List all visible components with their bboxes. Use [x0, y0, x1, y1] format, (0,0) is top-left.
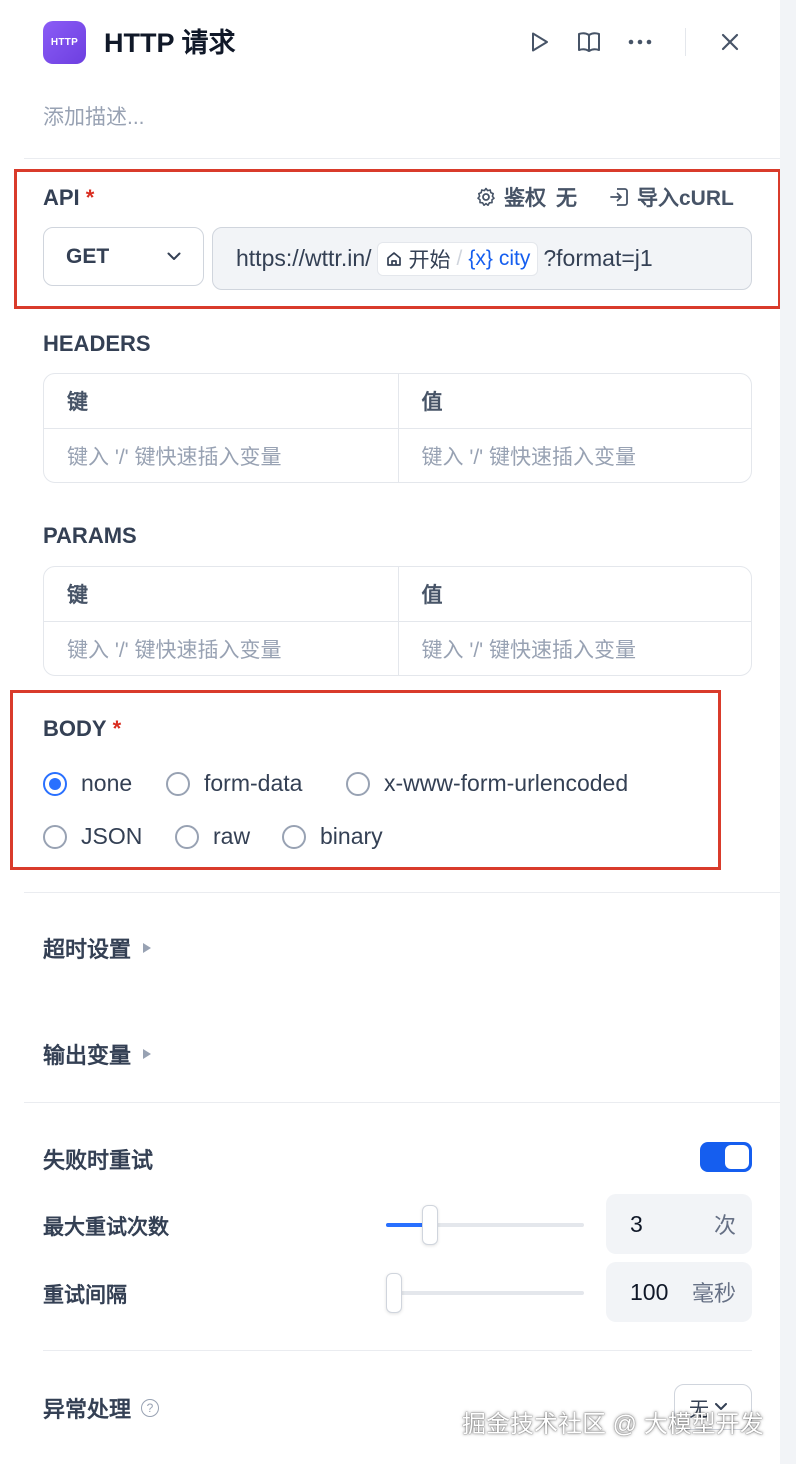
description-input[interactable]: 添加描述... [43, 103, 145, 133]
header-value-input[interactable]: 键入 '/' 键快速插入变量 [397, 429, 752, 482]
headers-label: HEADERS [43, 331, 151, 356]
retry-interval-slider[interactable] [386, 1273, 584, 1313]
api-highlight-box [14, 169, 781, 309]
toggle-knob [725, 1145, 749, 1169]
max-retries-slider[interactable] [386, 1205, 584, 1245]
timeout-settings-label: 超时设置 [43, 937, 132, 962]
retry-on-failure-label: 失败时重试 [43, 1148, 154, 1173]
header-key-input[interactable]: 键入 '/' 键快速插入变量 [44, 429, 398, 482]
help-icon[interactable]: ? [141, 1399, 160, 1417]
max-retries-input[interactable]: 3 次 [606, 1194, 752, 1254]
more-dots-icon [628, 39, 652, 45]
close-icon [721, 33, 739, 51]
headers-table: 键 值 键入 '/' 键快速插入变量 键入 '/' 键快速插入变量 [43, 373, 752, 483]
max-retries-value: 3 [630, 1210, 643, 1237]
header-divider [685, 28, 686, 56]
run-button[interactable] [523, 26, 555, 58]
table-header-row: 键 值 [44, 374, 751, 428]
http-node-icon: HTTP [43, 21, 86, 64]
body-highlight-box [10, 690, 721, 870]
error-handling-text: 异常处理 [43, 1397, 132, 1422]
table-row: 键入 '/' 键快速插入变量 键入 '/' 键快速插入变量 [44, 428, 751, 482]
table-header-row: 键 值 [44, 567, 751, 621]
divider [24, 892, 780, 893]
panel-title: HTTP 请求 [104, 28, 236, 58]
divider [24, 158, 780, 159]
docs-button[interactable] [573, 26, 605, 58]
error-handling-label: 异常处理 ? [43, 1392, 160, 1424]
caret-right-icon [143, 1049, 152, 1059]
caret-right-icon [143, 943, 152, 953]
value-column-header: 值 [397, 374, 752, 428]
retry-interval-label: 重试间隔 [43, 1284, 127, 1307]
table-row: 键入 '/' 键快速插入变量 键入 '/' 键快速插入变量 [44, 621, 751, 675]
output-variables-toggle[interactable]: 输出变量 [43, 1038, 152, 1070]
key-column-header: 键 [67, 584, 88, 607]
output-variables-label: 输出变量 [43, 1043, 132, 1068]
play-icon [532, 32, 548, 52]
divider [43, 1350, 752, 1351]
retry-toggle[interactable] [700, 1142, 752, 1172]
param-value-input[interactable]: 键入 '/' 键快速插入变量 [397, 622, 752, 675]
canvas-edge [780, 0, 796, 1464]
retry-interval-value: 100 [630, 1278, 669, 1305]
params-label: PARAMS [43, 523, 137, 548]
http-request-panel: HTTP HTTP 请求 添加描述... API * 鉴权 无 导入cURL GE… [0, 0, 781, 1464]
book-icon [578, 32, 600, 52]
max-retries-unit: 次 [713, 1213, 736, 1238]
divider [24, 1102, 780, 1103]
retry-interval-unit: 毫秒 [691, 1281, 736, 1306]
params-table: 键 值 键入 '/' 键快速插入变量 键入 '/' 键快速插入变量 [43, 566, 752, 676]
more-button[interactable] [624, 26, 656, 58]
slider-handle[interactable] [386, 1273, 402, 1313]
key-column-header: 键 [67, 391, 88, 414]
retry-interval-input[interactable]: 100 毫秒 [606, 1262, 752, 1322]
watermark: 掘金技术社区 @ 大模型开发 [462, 1411, 764, 1438]
value-column-header: 值 [397, 567, 752, 621]
close-button[interactable] [714, 26, 746, 58]
timeout-settings-toggle[interactable]: 超时设置 [43, 932, 152, 964]
slider-handle[interactable] [422, 1205, 438, 1245]
max-retries-label: 最大重试次数 [43, 1216, 169, 1239]
param-key-input[interactable]: 键入 '/' 键快速插入变量 [44, 622, 398, 675]
